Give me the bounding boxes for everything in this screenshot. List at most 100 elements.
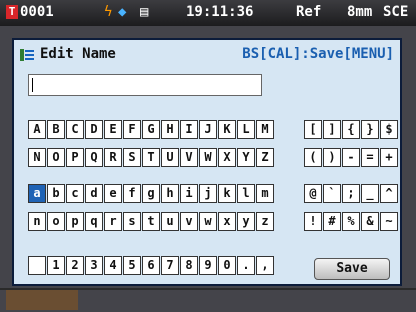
key-plus[interactable]: + [380,148,398,167]
key-row-digits: 1 2 3 4 5 6 7 8 9 0 . , [28,256,275,275]
key-6[interactable]: 6 [142,256,160,275]
key-r[interactable]: r [104,212,122,231]
key-z[interactable]: z [256,212,274,231]
dialog-hint: BS[CAL]:Save[MENU] [242,46,394,62]
key-J[interactable]: J [199,120,217,139]
key-minus[interactable]: - [342,148,360,167]
key-H[interactable]: H [161,120,179,139]
key-A[interactable]: A [28,120,46,139]
key-a[interactable]: a [28,184,46,203]
key-K[interactable]: K [218,120,236,139]
key-C[interactable]: C [66,120,84,139]
key-c[interactable]: c [66,184,84,203]
key-T[interactable]: T [142,148,160,167]
name-input[interactable] [28,74,262,96]
key-underscore[interactable]: _ [361,184,379,203]
key-s[interactable]: s [123,212,141,231]
key-d[interactable]: d [85,184,103,203]
key-q[interactable]: q [85,212,103,231]
key-t[interactable]: t [142,212,160,231]
key-equals[interactable]: = [361,148,379,167]
key-lbrace[interactable]: { [342,120,360,139]
key-o[interactable]: o [47,212,65,231]
key-tilde[interactable]: ~ [380,212,398,231]
pencil-icon [20,49,34,61]
key-F[interactable]: F [123,120,141,139]
key-semicolon[interactable]: ; [342,184,360,203]
key-row-symbols-4: ! # % & ~ [304,212,399,231]
save-button[interactable]: Save [314,258,390,280]
dialog-title: Edit Name [40,46,116,62]
key-space[interactable] [28,256,46,275]
key-Y[interactable]: Y [237,148,255,167]
key-f[interactable]: f [123,184,141,203]
key-row-upper-1: A B C D E F G H I J K L M [28,120,275,139]
key-2[interactable]: 2 [66,256,84,275]
key-Z[interactable]: Z [256,148,274,167]
key-p[interactable]: p [66,212,84,231]
key-E[interactable]: E [104,120,122,139]
key-rbrace[interactable]: } [361,120,379,139]
key-W[interactable]: W [199,148,217,167]
key-S[interactable]: S [123,148,141,167]
key-9[interactable]: 9 [199,256,217,275]
key-P[interactable]: P [66,148,84,167]
key-m[interactable]: m [256,184,274,203]
key-O[interactable]: O [47,148,65,167]
key-4[interactable]: 4 [104,256,122,275]
key-g[interactable]: g [142,184,160,203]
key-lbracket[interactable]: [ [304,120,322,139]
key-3[interactable]: 3 [85,256,103,275]
key-j[interactable]: j [199,184,217,203]
key-L[interactable]: L [237,120,255,139]
key-U[interactable]: U [161,148,179,167]
key-G[interactable]: G [142,120,160,139]
key-D[interactable]: D [85,120,103,139]
measurement-mode: Ref [296,4,322,20]
key-v[interactable]: v [180,212,198,231]
key-exclaim[interactable]: ! [304,212,322,231]
key-N[interactable]: N [28,148,46,167]
key-comma[interactable]: , [256,256,274,275]
key-I[interactable]: I [180,120,198,139]
key-backtick[interactable]: ` [323,184,341,203]
key-X[interactable]: X [218,148,236,167]
key-period[interactable]: . [237,256,255,275]
key-dollar[interactable]: $ [380,120,398,139]
key-M[interactable]: M [256,120,274,139]
key-y[interactable]: y [237,212,255,231]
key-1[interactable]: 1 [47,256,65,275]
key-k[interactable]: k [218,184,236,203]
key-0[interactable]: 0 [218,256,236,275]
key-lparen[interactable]: ( [304,148,322,167]
key-u[interactable]: u [161,212,179,231]
key-row-lower-1: a b c d e f g h i j k l m [28,184,275,203]
key-V[interactable]: V [180,148,198,167]
key-i[interactable]: i [180,184,198,203]
key-ampersand[interactable]: & [361,212,379,231]
key-n[interactable]: n [28,212,46,231]
key-at[interactable]: @ [304,184,322,203]
key-hash[interactable]: # [323,212,341,231]
key-8[interactable]: 8 [180,256,198,275]
key-5[interactable]: 5 [123,256,141,275]
key-Q[interactable]: Q [85,148,103,167]
key-B[interactable]: B [47,120,65,139]
key-h[interactable]: h [161,184,179,203]
sample-id: 0001 [20,4,54,20]
key-caret[interactable]: ^ [380,184,398,203]
printer-icon: ▤ [140,4,149,20]
key-l[interactable]: l [237,184,255,203]
key-percent[interactable]: % [342,212,360,231]
key-x[interactable]: x [218,212,236,231]
key-e[interactable]: e [104,184,122,203]
key-rbracket[interactable]: ] [323,120,341,139]
key-rparen[interactable]: ) [323,148,341,167]
dialog-title-bar: Edit Name BS[CAL]:Save[MENU] [14,40,400,70]
key-b[interactable]: b [47,184,65,203]
key-7[interactable]: 7 [161,256,179,275]
key-w[interactable]: w [199,212,217,231]
clock: 19:11:36 [186,4,254,20]
key-row-symbols-1: [ ] { } $ [304,120,399,139]
key-R[interactable]: R [104,148,122,167]
